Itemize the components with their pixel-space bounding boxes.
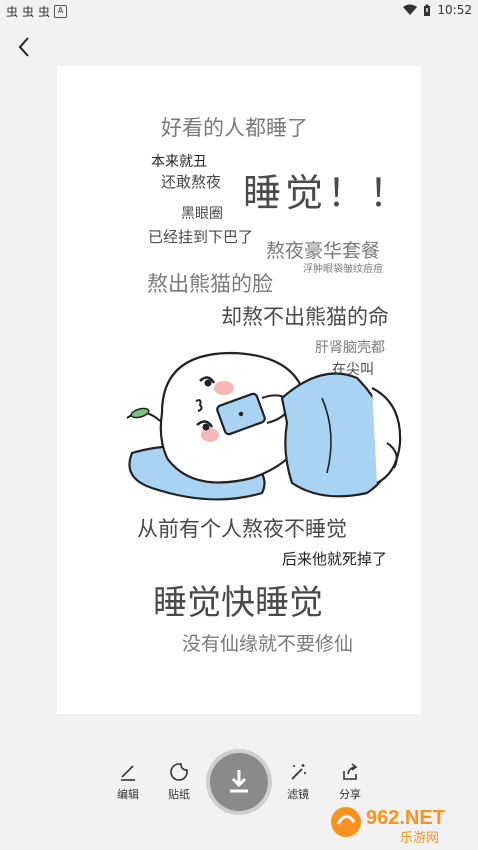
card-text: 没有仙缘就不要修仙 bbox=[182, 633, 354, 655]
battery-icon bbox=[424, 4, 431, 16]
notification-icon: 虫 bbox=[38, 5, 51, 19]
share-icon bbox=[343, 763, 358, 780]
card-text: 睡觉快睡觉 bbox=[153, 583, 323, 623]
svg-text:乐游网: 乐游网 bbox=[400, 831, 439, 846]
sleepy-character-illustration bbox=[126, 351, 402, 501]
card-text: 还敢熬夜 bbox=[161, 173, 222, 191]
status-bar: 虫 虫 虫 A 10:52 bbox=[0, 0, 478, 22]
svg-text:962.NET: 962.NET bbox=[366, 807, 445, 829]
card-text: 已经挂到下巴了 bbox=[148, 228, 254, 246]
card-text: 好看的人都睡了 bbox=[161, 116, 308, 140]
filter-button[interactable]: 滤镜 bbox=[278, 762, 318, 802]
sticker-icon bbox=[170, 763, 188, 781]
edit-button[interactable]: 编辑 bbox=[108, 762, 148, 802]
wifi-icon bbox=[403, 4, 418, 15]
card-text: 熬出熊猫的脸 bbox=[147, 272, 273, 296]
notification-icon: 虫 bbox=[6, 5, 19, 19]
notification-icon: 虫 bbox=[22, 5, 35, 19]
edit-label: 编辑 bbox=[117, 788, 139, 801]
download-button[interactable] bbox=[210, 753, 268, 811]
image-card: 好看的人都睡了 本来就丑 还敢熬夜 睡觉！！ 黑眼圈 已经挂到下巴了 熬夜豪华套… bbox=[57, 66, 421, 714]
magic-wand-icon bbox=[291, 764, 306, 780]
card-text: 后来他就死掉了 bbox=[282, 550, 388, 568]
pencil-icon bbox=[121, 765, 135, 781]
site-watermark-logo: 962.NET 乐游网 bbox=[330, 800, 470, 846]
filter-label: 滤镜 bbox=[287, 788, 309, 801]
card-text: 浮肿眼袋皱纹痘痘 bbox=[303, 264, 383, 275]
a-icon: A bbox=[54, 5, 68, 18]
card-text: 从前有个人熬夜不睡觉 bbox=[137, 517, 347, 541]
sticker-button[interactable]: 贴纸 bbox=[159, 762, 199, 802]
status-time: 10:52 bbox=[437, 3, 472, 17]
card-text: 黑眼圈 bbox=[181, 206, 223, 222]
download-icon bbox=[230, 770, 248, 793]
share-button[interactable]: 分享 bbox=[330, 762, 370, 802]
card-text: 本来就丑 bbox=[151, 154, 207, 170]
card-text: 熬夜豪华套餐 bbox=[266, 240, 381, 262]
card-text: 睡觉！！ bbox=[243, 171, 412, 215]
sticker-label: 贴纸 bbox=[168, 788, 190, 801]
chevron-left-icon[interactable] bbox=[12, 34, 38, 60]
card-text: 却熬不出熊猫的命 bbox=[221, 305, 389, 329]
